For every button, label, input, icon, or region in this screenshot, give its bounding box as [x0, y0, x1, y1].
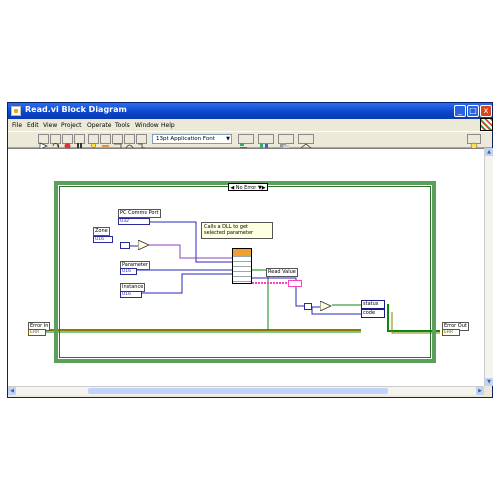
bundle-code-field: code: [361, 309, 385, 318]
error-in-terminal[interactable]: ERR: [28, 329, 46, 336]
zone-terminal[interactable]: U16: [93, 236, 113, 243]
parameter-terminal[interactable]: U16: [120, 268, 137, 275]
case-selector-dropdown-icon[interactable]: ▼▶: [256, 185, 266, 191]
status-constant[interactable]: [304, 303, 312, 310]
pc-comms-port-label: PC Comms Port: [118, 209, 161, 218]
call-library-function-node[interactable]: [232, 248, 252, 284]
dll-node-header: [233, 249, 251, 256]
error-out-terminal[interactable]: ERR: [442, 329, 460, 336]
not-equal-zero-icon[interactable]: [320, 301, 332, 311]
zone-label: Zone: [93, 227, 110, 236]
read-value-indicator[interactable]: [288, 280, 302, 287]
zone-constant[interactable]: [120, 242, 130, 249]
dll-comment[interactable]: Calls a DLL to get selected parameter: [201, 222, 273, 239]
read-value-label: Read Value: [266, 268, 298, 277]
increment-node-icon[interactable]: [138, 240, 150, 250]
bundle-by-name-node[interactable]: status code: [361, 300, 385, 318]
case-selector[interactable]: ◀ No Error ▼▶: [228, 183, 268, 191]
pc-comms-port-terminal[interactable]: U32: [118, 218, 150, 225]
instance-terminal[interactable]: U16: [120, 291, 142, 298]
bundle-status-field: status: [361, 300, 385, 309]
case-selector-value: No Error: [235, 185, 257, 191]
